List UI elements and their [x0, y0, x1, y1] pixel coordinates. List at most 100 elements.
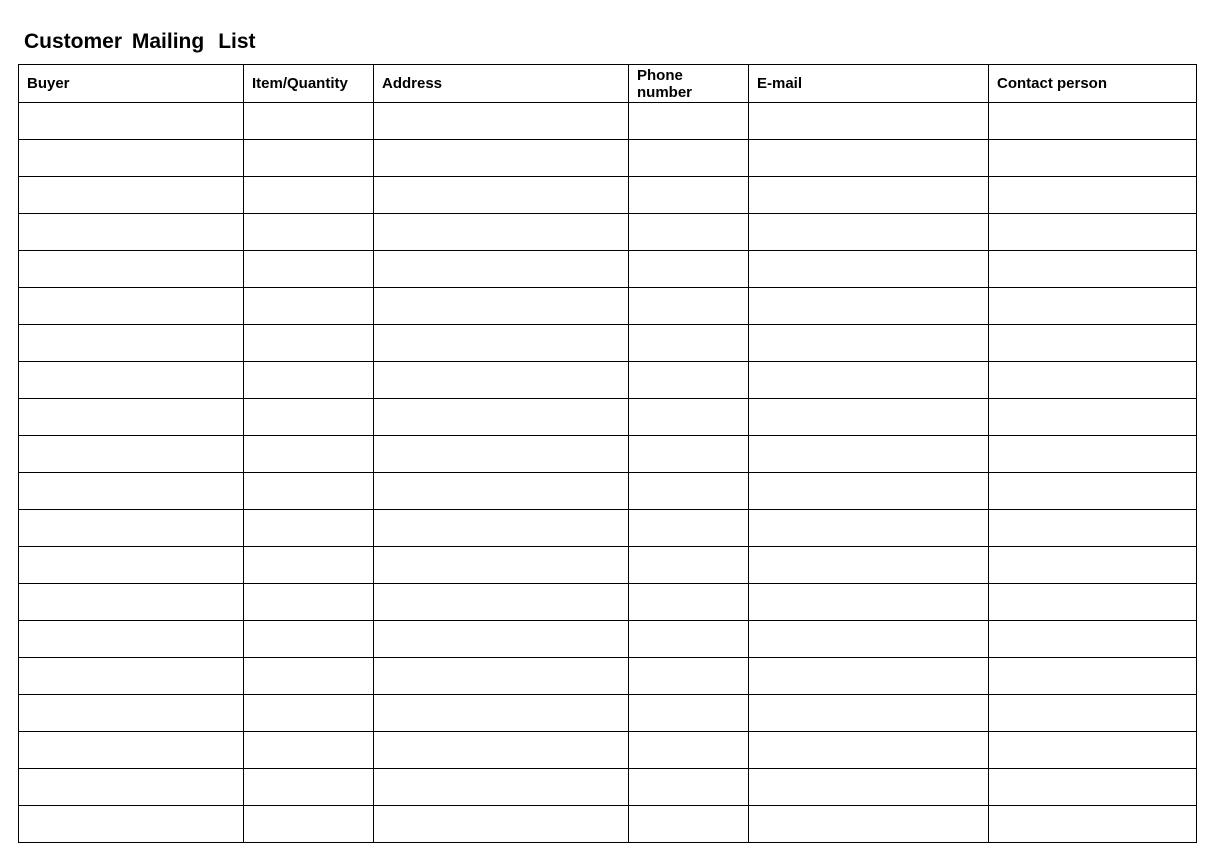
- table-cell: [629, 436, 749, 473]
- table-cell: [19, 547, 244, 584]
- table-cell: [244, 621, 374, 658]
- table-cell: [749, 547, 989, 584]
- table-cell: [989, 103, 1197, 140]
- table-cell: [749, 695, 989, 732]
- customer-mailing-table: Buyer Item/Quantity Address Phone number…: [18, 64, 1197, 843]
- table-cell: [629, 584, 749, 621]
- table-cell: [244, 473, 374, 510]
- table-cell: [629, 510, 749, 547]
- table-cell: [989, 658, 1197, 695]
- table-row: [19, 547, 1197, 584]
- table-cell: [374, 547, 629, 584]
- table-cell: [629, 251, 749, 288]
- table-cell: [374, 658, 629, 695]
- table-cell: [629, 621, 749, 658]
- table-cell: [374, 473, 629, 510]
- page-title: Customer MailingList: [24, 30, 1194, 54]
- table-cell: [749, 103, 989, 140]
- table-row: [19, 473, 1197, 510]
- table-cell: [989, 769, 1197, 806]
- table-cell: [374, 621, 629, 658]
- table-cell: [989, 584, 1197, 621]
- col-header-address: Address: [374, 65, 629, 103]
- table-row: [19, 769, 1197, 806]
- table-cell: [244, 103, 374, 140]
- table-cell: [244, 140, 374, 177]
- table-cell: [749, 658, 989, 695]
- col-header-item-quantity: Item/Quantity: [244, 65, 374, 103]
- table-cell: [374, 103, 629, 140]
- table-cell: [989, 473, 1197, 510]
- table-cell: [374, 362, 629, 399]
- table-cell: [629, 806, 749, 843]
- table-cell: [244, 584, 374, 621]
- table-cell: [989, 177, 1197, 214]
- table-cell: [629, 103, 749, 140]
- table-cell: [244, 658, 374, 695]
- table-cell: [629, 658, 749, 695]
- table-cell: [244, 547, 374, 584]
- table-cell: [19, 251, 244, 288]
- table-cell: [374, 251, 629, 288]
- table-cell: [244, 769, 374, 806]
- table-cell: [989, 806, 1197, 843]
- table-cell: [989, 399, 1197, 436]
- title-part2: List: [218, 30, 255, 53]
- col-header-email: E-mail: [749, 65, 989, 103]
- table-cell: [989, 732, 1197, 769]
- table-cell: [629, 473, 749, 510]
- table-cell: [19, 769, 244, 806]
- table-cell: [629, 214, 749, 251]
- table-cell: [989, 547, 1197, 584]
- table-row: [19, 399, 1197, 436]
- table-row: [19, 251, 1197, 288]
- table-cell: [19, 399, 244, 436]
- table-header-row: Buyer Item/Quantity Address Phone number…: [19, 65, 1197, 103]
- table-row: [19, 288, 1197, 325]
- table-cell: [374, 325, 629, 362]
- table-cell: [244, 695, 374, 732]
- table-cell: [19, 288, 244, 325]
- table-cell: [749, 251, 989, 288]
- col-header-contact-person: Contact person: [989, 65, 1197, 103]
- table-cell: [749, 621, 989, 658]
- table-cell: [244, 177, 374, 214]
- table-cell: [244, 732, 374, 769]
- table-cell: [989, 325, 1197, 362]
- table-cell: [374, 399, 629, 436]
- table-row: [19, 510, 1197, 547]
- table-cell: [749, 399, 989, 436]
- table-cell: [629, 732, 749, 769]
- table-cell: [19, 177, 244, 214]
- table-cell: [749, 177, 989, 214]
- table-cell: [244, 214, 374, 251]
- table-cell: [374, 140, 629, 177]
- table-cell: [244, 399, 374, 436]
- table-cell: [19, 584, 244, 621]
- table-cell: [244, 806, 374, 843]
- table-cell: [749, 473, 989, 510]
- table-cell: [989, 140, 1197, 177]
- table-cell: [244, 251, 374, 288]
- table-row: [19, 695, 1197, 732]
- table-row: [19, 362, 1197, 399]
- table-cell: [19, 695, 244, 732]
- table-cell: [244, 288, 374, 325]
- table-cell: [244, 510, 374, 547]
- table-cell: [749, 732, 989, 769]
- table-cell: [19, 621, 244, 658]
- table-cell: [629, 547, 749, 584]
- table-cell: [629, 288, 749, 325]
- table-cell: [19, 732, 244, 769]
- table-cell: [629, 769, 749, 806]
- table-cell: [244, 325, 374, 362]
- table-cell: [749, 325, 989, 362]
- table-cell: [749, 510, 989, 547]
- table-cell: [989, 621, 1197, 658]
- table-cell: [19, 658, 244, 695]
- table-cell: [19, 325, 244, 362]
- table-cell: [749, 436, 989, 473]
- table-cell: [19, 362, 244, 399]
- table-cell: [19, 140, 244, 177]
- table-cell: [19, 436, 244, 473]
